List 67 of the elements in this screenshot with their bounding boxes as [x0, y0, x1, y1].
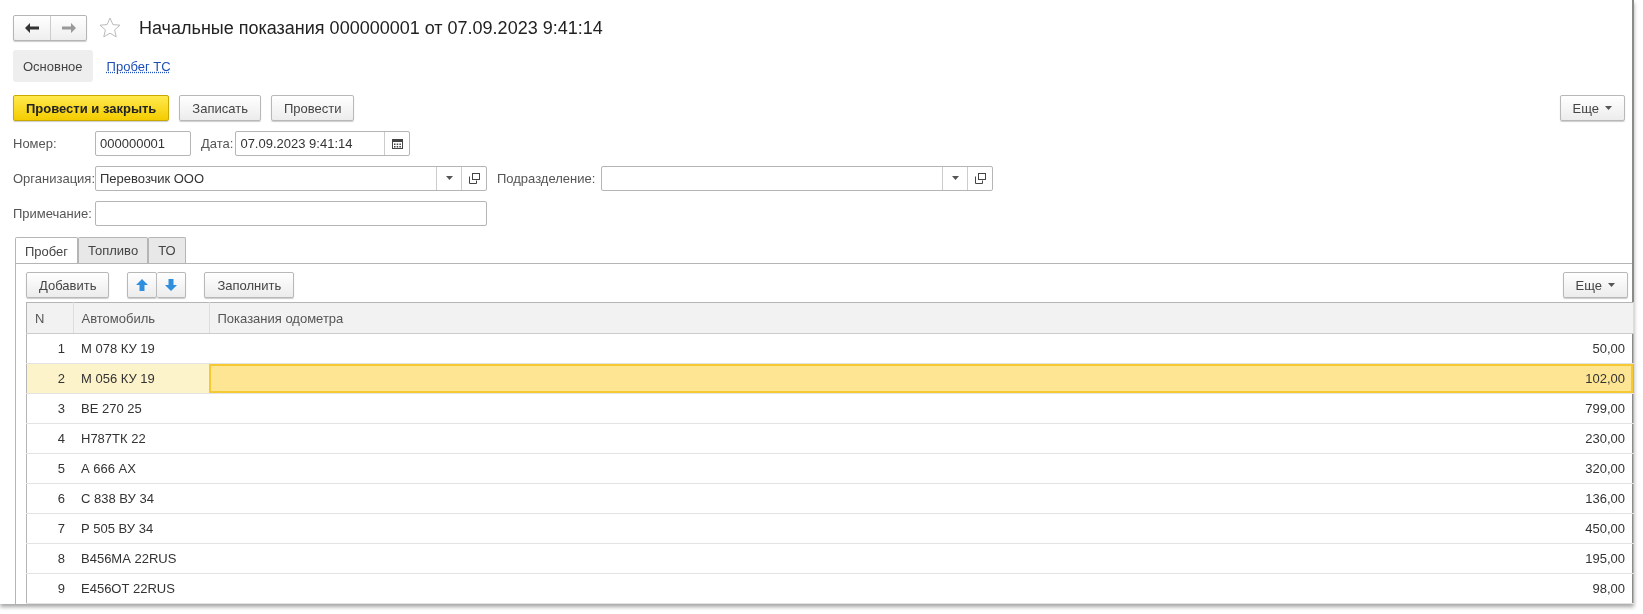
table-cell: 4: [26, 423, 73, 454]
caret-icon: [1605, 106, 1612, 110]
field-label: Примечание:: [13, 205, 93, 221]
up-arrow-icon: [136, 279, 149, 291]
table-cell: 8: [26, 543, 73, 574]
note-field[interactable]: [95, 200, 487, 226]
table-cell: Р 505 ВУ 34: [73, 513, 209, 544]
window-title: Начальные показания 000000001 от 07.09.2023 9:41:14: [139, 17, 603, 39]
table-cell: С 838 ВУ 34: [73, 483, 209, 514]
section-tab[interactable]: Пробег ТС: [100, 50, 177, 82]
caret-icon: [445, 176, 453, 180]
left-arrow-icon: [25, 23, 39, 33]
table-cell: 136,00: [209, 483, 1634, 514]
field-label: Подразделение:: [497, 170, 596, 186]
star-icon[interactable]: [99, 17, 121, 39]
table-cell: 450,00: [209, 513, 1634, 544]
field-label: Номер:: [13, 135, 58, 151]
column-header[interactable]: Показания одометра: [209, 302, 1634, 334]
number-field[interactable]: 000000001: [95, 130, 191, 156]
tab[interactable]: Пробег: [15, 237, 79, 264]
table-cell: 50,00: [209, 333, 1634, 364]
table-cell: 2: [26, 363, 73, 394]
open-window-icon[interactable]: [974, 172, 986, 184]
table-cell: Е456ОТ 22RUS: [73, 573, 209, 604]
date-field[interactable]: 07.09.2023 9:41:14: [235, 130, 411, 156]
subdivision-field[interactable]: [601, 165, 994, 191]
table-cell: М 056 КУ 19: [73, 363, 209, 394]
column-header[interactable]: N: [26, 302, 73, 334]
calendar-icon[interactable]: [391, 137, 403, 149]
field-label: Организация:: [13, 170, 95, 186]
right-arrow-icon: [61, 23, 76, 33]
table-cell: 9: [26, 573, 73, 604]
open-window-icon[interactable]: [468, 172, 480, 184]
section-tab[interactable]: Основное: [13, 50, 93, 82]
move-up-button[interactable]: [127, 272, 158, 298]
table-cell: 320,00: [209, 453, 1634, 484]
tab[interactable]: ТО: [148, 237, 186, 263]
table-cell: А 666 АХ: [73, 453, 209, 484]
table-cell: 5: [26, 453, 73, 484]
more-button[interactable]: Еще: [1562, 272, 1628, 298]
table-cell: 230,00: [209, 423, 1634, 454]
caret-icon: [1608, 283, 1615, 287]
table-cell: 7: [26, 513, 73, 544]
move-down-button[interactable]: [157, 272, 187, 298]
table-cell: 102,00: [209, 363, 1634, 394]
command-button[interactable]: Записать: [179, 95, 261, 121]
tab[interactable]: Топливо: [78, 237, 149, 263]
fill-button[interactable]: Заполнить: [204, 272, 295, 298]
down-arrow-icon: [165, 279, 178, 291]
organization-field[interactable]: Перевозчик ООО: [95, 165, 487, 191]
table-cell: 6: [26, 483, 73, 514]
command-button[interactable]: Провести: [270, 95, 355, 121]
column-header[interactable]: Автомобиль: [73, 302, 209, 334]
table-cell: 195,00: [209, 543, 1634, 574]
table-cell: 799,00: [209, 393, 1634, 424]
command-button[interactable]: Провести и закрыть: [13, 95, 170, 121]
table-cell: 3: [26, 393, 73, 424]
table-cell: Н787ТК 22: [73, 423, 209, 454]
field-label: Дата:: [201, 135, 234, 151]
table-cell: М 078 КУ 19: [73, 333, 209, 364]
table-cell: В456МА 22RUS: [73, 543, 209, 574]
add-button[interactable]: Добавить: [26, 272, 110, 298]
table-cell: 98,00: [209, 573, 1634, 604]
caret-icon: [951, 176, 959, 180]
more-button[interactable]: Еще: [1559, 95, 1625, 121]
table-cell: 1: [26, 333, 73, 364]
table-cell: ВЕ 270 25: [73, 393, 209, 424]
